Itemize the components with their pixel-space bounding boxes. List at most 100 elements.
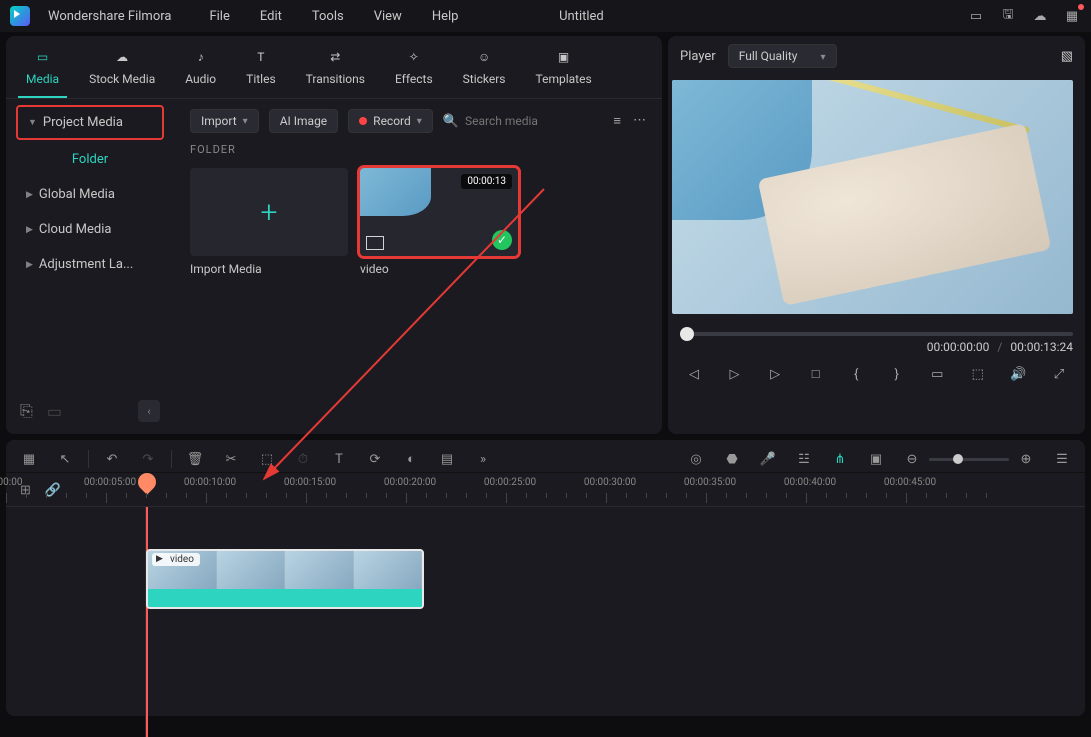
menu-tools[interactable]: Tools: [312, 9, 344, 24]
target-icon[interactable]: ◎: [687, 452, 705, 467]
cloud-icon[interactable]: ☁: [1031, 7, 1049, 25]
snapshot-icon[interactable]: ▧: [1061, 49, 1073, 64]
undo-icon[interactable]: ↶: [103, 452, 121, 467]
quality-select[interactable]: Full Quality ▾: [728, 44, 837, 68]
magnet-icon[interactable]: ⋔: [831, 452, 849, 467]
render-icon[interactable]: ▣: [867, 452, 885, 467]
timeline-clip-video[interactable]: video: [146, 549, 424, 609]
folder-icon[interactable]: ▭: [47, 402, 62, 421]
menu-view[interactable]: View: [374, 9, 402, 24]
prev-frame-icon[interactable]: ◁: [684, 367, 704, 382]
ruler-stamp: 00:00:05:00: [84, 477, 136, 488]
play-forward-icon[interactable]: ▷: [765, 367, 785, 382]
import-media-tile[interactable]: + Import Media: [190, 168, 348, 276]
marker-icon[interactable]: ⬣: [723, 452, 741, 467]
apps-icon[interactable]: ▦: [1063, 7, 1081, 25]
time-current: 00:00:00:00: [927, 340, 990, 354]
sidebar-adjustment-layer[interactable]: ▶Adjustment La...: [16, 249, 164, 280]
zoom-out-icon[interactable]: ⊖: [903, 452, 921, 467]
color-icon[interactable]: ◐: [402, 451, 420, 467]
preview-viewport[interactable]: [672, 80, 1073, 314]
duration-badge: 00:00:13: [461, 174, 512, 189]
document-title: Untitled: [559, 9, 604, 24]
speed-icon[interactable]: ⏱: [294, 452, 312, 467]
ruler-stamp: 00:00: [0, 477, 22, 488]
media-sidebar: ▼Project Media Folder ▶Global Media ▶Clo…: [6, 99, 174, 434]
display-icon[interactable]: ▭: [927, 367, 947, 382]
zoom-in-icon[interactable]: ⊕: [1017, 452, 1035, 467]
sidebar-folder[interactable]: Folder: [16, 144, 164, 175]
grid-heading: FOLDER: [190, 143, 646, 156]
tab-stock-media[interactable]: ☁Stock Media: [81, 42, 163, 98]
crop-icon[interactable]: ⬚: [258, 452, 276, 467]
chevron-down-icon: ▼: [28, 117, 37, 128]
cursor-icon[interactable]: ↖: [56, 452, 74, 467]
refresh-icon[interactable]: ⟳: [366, 452, 384, 467]
ai-image-button[interactable]: AI Image: [269, 109, 338, 133]
volume-icon[interactable]: 🔊: [1008, 367, 1028, 382]
import-button[interactable]: Import▾: [190, 109, 259, 133]
tab-effects[interactable]: ✧Effects: [387, 42, 441, 98]
mic-icon[interactable]: 🎤: [759, 452, 777, 467]
audio-icon: ♪: [190, 46, 212, 68]
tab-transitions[interactable]: ⇄Transitions: [298, 42, 373, 98]
ruler-stamp: 00:00:45:00: [884, 477, 936, 488]
menubar: File Edit Tools View Help: [209, 9, 458, 24]
more-tools-icon[interactable]: »: [474, 452, 492, 467]
save-icon[interactable]: 🖫: [999, 7, 1017, 25]
zoom-slider[interactable]: [929, 458, 1009, 461]
search-input[interactable]: [465, 114, 603, 128]
app-logo: [10, 6, 30, 26]
cut-icon[interactable]: ✂: [222, 452, 240, 467]
tab-media[interactable]: ▭Media: [18, 42, 67, 98]
menu-edit[interactable]: Edit: [260, 9, 282, 24]
list-icon[interactable]: ☰: [1053, 452, 1071, 467]
record-button[interactable]: Record▾: [348, 109, 433, 133]
menu-help[interactable]: Help: [432, 9, 459, 24]
plus-icon: +: [261, 195, 278, 230]
chevron-right-icon: ▶: [26, 225, 33, 235]
adjust-icon[interactable]: ▤: [438, 452, 456, 467]
tab-titles[interactable]: TTitles: [238, 42, 283, 98]
stop-icon[interactable]: □: [806, 366, 826, 382]
mark-out-icon[interactable]: }: [887, 367, 907, 382]
time-total: 00:00:13:24: [1010, 340, 1073, 354]
player-label: Player: [680, 49, 716, 64]
titlebar: Wondershare Filmora File Edit Tools View…: [0, 0, 1091, 32]
sidebar-project-media[interactable]: ▼Project Media: [16, 105, 164, 140]
search-media[interactable]: 🔍: [443, 114, 604, 129]
redo-icon[interactable]: ↷: [139, 452, 157, 467]
delete-icon[interactable]: 🗑: [186, 452, 204, 467]
tab-audio[interactable]: ♪Audio: [177, 42, 224, 98]
menu-file[interactable]: File: [209, 9, 229, 24]
media-icon: ▭: [32, 46, 54, 68]
camera-icon[interactable]: ⬚: [968, 367, 988, 382]
new-folder-icon[interactable]: ⎘: [20, 401, 33, 421]
player-controls: ◁ ▷ ▷ □ { } ▭ ⬚ 🔊 ⤢: [668, 354, 1085, 394]
ruler-stamp: 00:00:30:00: [584, 477, 636, 488]
text-icon[interactable]: T: [330, 452, 348, 467]
ruler-stamp: 00:00:35:00: [684, 477, 736, 488]
chevron-right-icon: ▶: [26, 190, 33, 200]
more-icon[interactable]: ⋯: [633, 113, 646, 129]
tab-templates[interactable]: ▣Templates: [528, 42, 600, 98]
grid-icon[interactable]: ▦: [20, 452, 38, 467]
sidebar-global-media[interactable]: ▶Global Media: [16, 179, 164, 210]
ruler-stamp: 00:00:10:00: [184, 477, 236, 488]
media-tile-video[interactable]: 00:00:13 ✓ video: [360, 168, 518, 276]
collapse-sidebar-button[interactable]: ‹: [138, 400, 160, 422]
mixer-icon[interactable]: ☳: [795, 452, 813, 467]
search-icon: 🔍: [443, 114, 459, 129]
tab-stickers[interactable]: ☺Stickers: [455, 42, 514, 98]
play-icon[interactable]: ▷: [725, 367, 745, 382]
stickers-icon: ☺: [473, 46, 495, 68]
app-name: Wondershare Filmora: [48, 9, 171, 24]
filter-icon[interactable]: ≡: [613, 113, 621, 129]
scrubber[interactable]: [680, 332, 1073, 336]
ruler-stamp: 00:00:20:00: [384, 477, 436, 488]
screen-icon[interactable]: ▭: [967, 7, 985, 25]
fullscreen-icon[interactable]: ⤢: [1049, 367, 1069, 382]
sidebar-cloud-media[interactable]: ▶Cloud Media: [16, 214, 164, 245]
timeline-toolbar: ▦ ↖ ↶ ↷ 🗑 ✂ ⬚ ⏱ T ⟳ ◐ ▤ » ◎ ⬣ 🎤 ☳ ⋔ ▣ ⊖ …: [6, 446, 1085, 473]
mark-in-icon[interactable]: {: [846, 367, 866, 382]
